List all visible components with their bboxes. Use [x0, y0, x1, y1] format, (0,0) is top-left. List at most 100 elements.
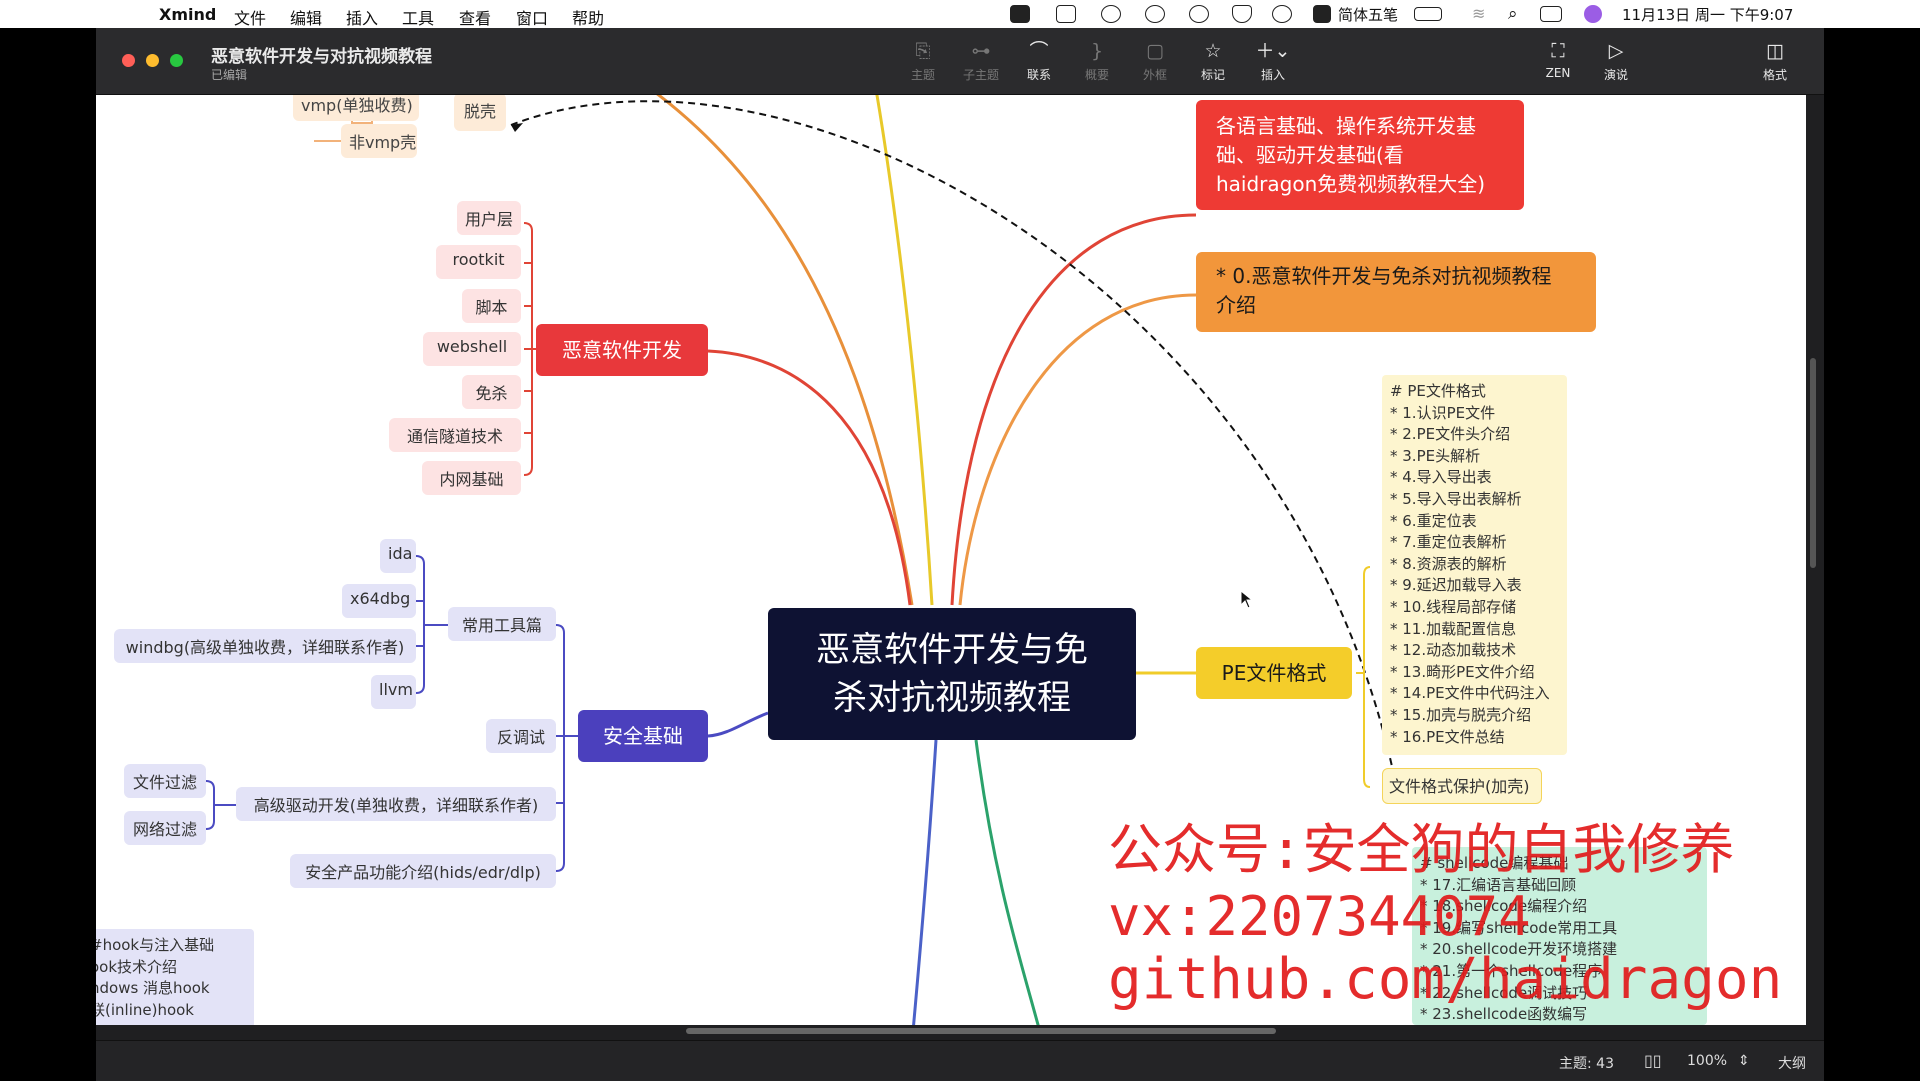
hook-notes[interactable]: #hook与注入基础 ook技术介绍 ndows 消息hook 联(inline… [96, 929, 254, 1025]
play-icon[interactable] [1272, 5, 1292, 23]
watermark-line-1: 公众号:安全狗的自我修养 [1108, 818, 1735, 881]
subtopic-icon: ⊶ [971, 40, 991, 62]
node-pe-protect[interactable]: 文件格式保护(加壳) [1382, 768, 1542, 804]
toolbar-label: 主题 [910, 68, 935, 82]
relationship-icon: ⌒ [1029, 40, 1049, 62]
siri-icon[interactable] [1584, 5, 1602, 23]
menu-help[interactable]: 帮助 [572, 5, 604, 29]
node-anti-debug[interactable]: 反调试 [486, 719, 556, 753]
watermark-line-3: github.com/haidragon [1108, 947, 1783, 1012]
toolbar-subtopic-button[interactable]: ⊶ 子主题 [954, 40, 1008, 83]
menu-tools[interactable]: 工具 [402, 5, 434, 29]
menu-datetime[interactable]: 11月13日 周一 下午9:07 [1622, 4, 1793, 25]
toolbar-label: 子主题 [962, 68, 999, 82]
toolbar-label: ZEN [1545, 66, 1571, 80]
title-bar: 恶意软件开发与对抗视频教程 已编辑 ⎘ 主题 ⊶ 子主题 ⌒ 联系 } 概要 ▢ 外框 ☆… [96, 28, 1824, 95]
menu-file[interactable]: 文件 [234, 5, 266, 29]
central-topic[interactable]: 恶意软件开发与免 杀对抗视频教程 [768, 608, 1136, 740]
node-net-filter[interactable]: 网络过滤 [124, 811, 206, 845]
toolbar-label: 联系 [1026, 68, 1051, 82]
document-status: 已编辑 [211, 68, 248, 82]
node-non-vmp[interactable]: 非vmp壳 [341, 124, 417, 158]
toolbar-boundary-button[interactable]: ▢ 外框 [1128, 40, 1182, 83]
toolbar-summary-button[interactable]: } 概要 [1070, 40, 1124, 83]
zoom-level[interactable]: 100% [1687, 1053, 1727, 1069]
node-unpack[interactable]: 脱壳 [454, 95, 506, 131]
globe-icon[interactable] [1189, 5, 1209, 23]
zen-icon: ⛶ [1551, 40, 1565, 62]
toolbar-insert-button[interactable]: ＋⌄ 插入 [1246, 40, 1300, 83]
toolbar-label: 插入 [1260, 68, 1285, 82]
minimize-button[interactable] [146, 54, 159, 67]
plus-icon: ＋⌄ [1255, 40, 1291, 62]
node-advanced-driver[interactable]: 高级驱动开发(单独收费，详细联系作者) [236, 787, 556, 821]
menu-app-name[interactable]: Xmind [159, 5, 216, 24]
input-method-icon[interactable] [1313, 5, 1331, 23]
battery-icon[interactable] [1414, 7, 1442, 21]
node-file-filter[interactable]: 文件过滤 [124, 764, 206, 798]
node-intranet[interactable]: 内网基础 [422, 461, 521, 495]
screen-record-icon[interactable] [1056, 5, 1076, 23]
zoom-stepper-icon[interactable]: ⇕ [1738, 1053, 1750, 1069]
toolbar-label: 标记 [1200, 68, 1225, 82]
node-malware-dev[interactable]: 恶意软件开发 [536, 324, 708, 376]
summary-icon: } [1090, 40, 1104, 62]
boundary-icon: ▢ [1146, 40, 1164, 62]
pitch-icon: ▷ [1608, 40, 1624, 62]
toolbar-topic-button[interactable]: ⎘ 主题 [896, 40, 950, 83]
node-rootkit[interactable]: rootkit [436, 245, 521, 279]
menu-window[interactable]: 窗口 [516, 5, 548, 29]
book-icon[interactable]: ▯▯ [1644, 1051, 1662, 1070]
menu-view[interactable]: 查看 [459, 5, 491, 29]
node-av-evasion[interactable]: 免杀 [462, 375, 521, 409]
close-button[interactable] [122, 54, 135, 67]
node-intro[interactable]: * 0.恶意软件开发与免杀对抗视频教程 介绍 [1196, 252, 1596, 332]
toolbar-label: 演说 [1603, 68, 1628, 82]
format-icon: ◫ [1766, 40, 1784, 62]
cloud-sync-icon[interactable] [1101, 5, 1121, 23]
vertical-scrollbar[interactable] [1810, 358, 1816, 568]
node-pe-format[interactable]: PE文件格式 [1196, 647, 1352, 699]
toolbar-relationship-button[interactable]: ⌒ 联系 [1012, 40, 1066, 83]
node-script[interactable]: 脚本 [462, 289, 521, 323]
node-x64dbg[interactable]: x64dbg [342, 584, 416, 618]
node-security-basics[interactable]: 安全基础 [578, 710, 708, 762]
central-line-2: 杀对抗视频教程 [833, 678, 1071, 718]
wechat-icon[interactable] [1145, 5, 1165, 23]
toolbar-marker-button[interactable]: ☆ 标记 [1186, 40, 1240, 83]
menu-edit[interactable]: 编辑 [290, 5, 322, 29]
node-vmp[interactable]: vmp(单独收费) [293, 95, 419, 121]
node-user-layer[interactable]: 用户层 [457, 201, 521, 235]
mouse-cursor-icon [1240, 590, 1254, 609]
node-common-tools[interactable]: 常用工具篇 [448, 607, 556, 641]
control-center-icon[interactable] [1540, 6, 1562, 22]
toolbar-zen-button[interactable]: ⛶ ZEN [1531, 40, 1585, 80]
input-method-label[interactable]: 简体五笔 [1338, 4, 1398, 25]
zoom-button[interactable] [170, 54, 183, 67]
language-basics-line: 础、驱动开发基础(看 [1216, 143, 1404, 167]
toolbar-label: 概要 [1084, 68, 1109, 82]
node-tunnel[interactable]: 通信隧道技术 [389, 418, 521, 452]
intro-line: 介绍 [1216, 293, 1256, 317]
node-webshell[interactable]: webshell [423, 332, 521, 366]
document-title: 恶意软件开发与对抗视频教程 [211, 47, 432, 67]
language-basics-line: haidragon免费视频教程大全) [1216, 172, 1486, 196]
shield-icon[interactable] [1232, 5, 1252, 23]
horizontal-scrollbar[interactable] [686, 1028, 1276, 1034]
xmind-window: 恶意软件开发与对抗视频教程 已编辑 ⎘ 主题 ⊶ 子主题 ⌒ 联系 } 概要 ▢ 外框 ☆… [96, 28, 1824, 1081]
node-windbg[interactable]: windbg(高级单独收费，详细联系作者) [114, 629, 416, 663]
toolbar-format-button[interactable]: ◫ 格式 [1748, 40, 1802, 83]
outline-button[interactable]: 大纲 [1778, 1053, 1806, 1073]
wifi-off-icon[interactable]: ≋ [1472, 4, 1485, 23]
wps-icon[interactable] [1010, 5, 1030, 23]
pe-format-notes[interactable]: # PE文件格式 * 1.认识PE文件 * 2.PE文件头介绍 * 3.PE头解… [1382, 375, 1567, 755]
node-llvm[interactable]: llvm [371, 675, 416, 709]
toolbar-pitch-button[interactable]: ▷ 演说 [1589, 40, 1643, 83]
intro-line: * 0.恶意软件开发与免杀对抗视频教程 [1216, 264, 1552, 288]
node-security-products[interactable]: 安全产品功能介绍(hids/edr/dlp) [290, 854, 556, 888]
mindmap-canvas[interactable]: vmp(单独收费) 脱壳 非vmp壳 用户层 rootkit 脚本 webshe… [96, 95, 1806, 1025]
menu-insert[interactable]: 插入 [346, 5, 378, 29]
node-language-basics[interactable]: 各语言基础、操作系统开发基 础、驱动开发基础(看 haidragon免费视频教程… [1196, 100, 1524, 210]
search-icon[interactable]: ⌕ [1508, 4, 1518, 24]
node-ida[interactable]: ida [380, 539, 416, 573]
